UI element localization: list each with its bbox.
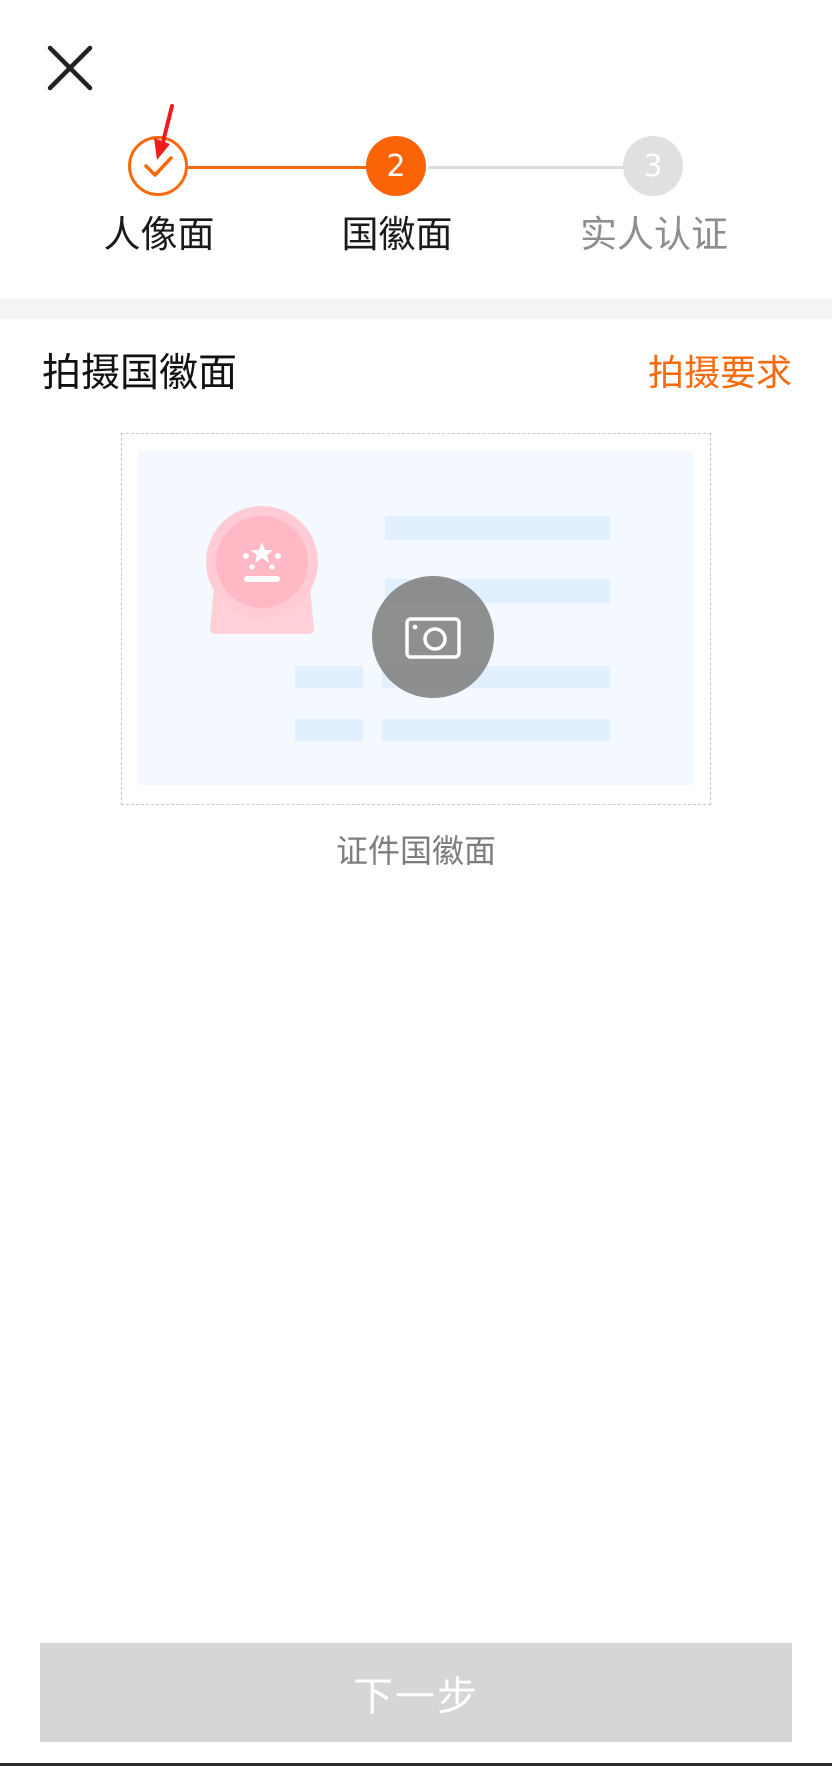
screen: 2 3 人像面 国徽面 实人认证 拍摄国徽面 拍摄要求 证件国徽面 下一步 — [0, 0, 832, 1763]
section-title: 拍摄国徽面 — [42, 351, 238, 396]
close-icon[interactable] — [40, 38, 104, 102]
step-2-label: 国徽面 — [341, 213, 453, 256]
annotation-arrow-icon — [154, 104, 174, 160]
photo-requirements-link[interactable]: 拍摄要求 — [648, 344, 792, 396]
id-card-illustration — [138, 451, 693, 785]
step-connector-pending — [428, 166, 624, 169]
placeholder-line — [382, 719, 610, 741]
camera-button[interactable] — [372, 576, 494, 698]
progress-stepper: 2 3 人像面 国徽面 实人认证 — [0, 120, 832, 260]
step-2-number: 2 — [386, 148, 406, 184]
placeholder-line — [295, 719, 363, 741]
next-step-button[interactable]: 下一步 — [40, 1643, 792, 1742]
capture-area[interactable] — [121, 433, 711, 805]
step-3-indicator: 3 — [623, 136, 683, 196]
close-button[interactable] — [40, 38, 104, 102]
step-3-number: 3 — [643, 148, 663, 184]
capture-caption: 证件国徽面 — [335, 832, 496, 870]
placeholder-line — [295, 666, 363, 688]
section-divider — [0, 299, 832, 319]
step-connector-done — [188, 166, 368, 169]
placeholder-line — [385, 516, 610, 540]
step-1-label: 人像面 — [103, 213, 215, 256]
step-2-indicator: 2 — [366, 136, 426, 196]
camera-icon[interactable] — [405, 615, 461, 659]
step-3-label: 实人认证 — [580, 213, 728, 256]
national-emblem-icon — [206, 506, 318, 634]
